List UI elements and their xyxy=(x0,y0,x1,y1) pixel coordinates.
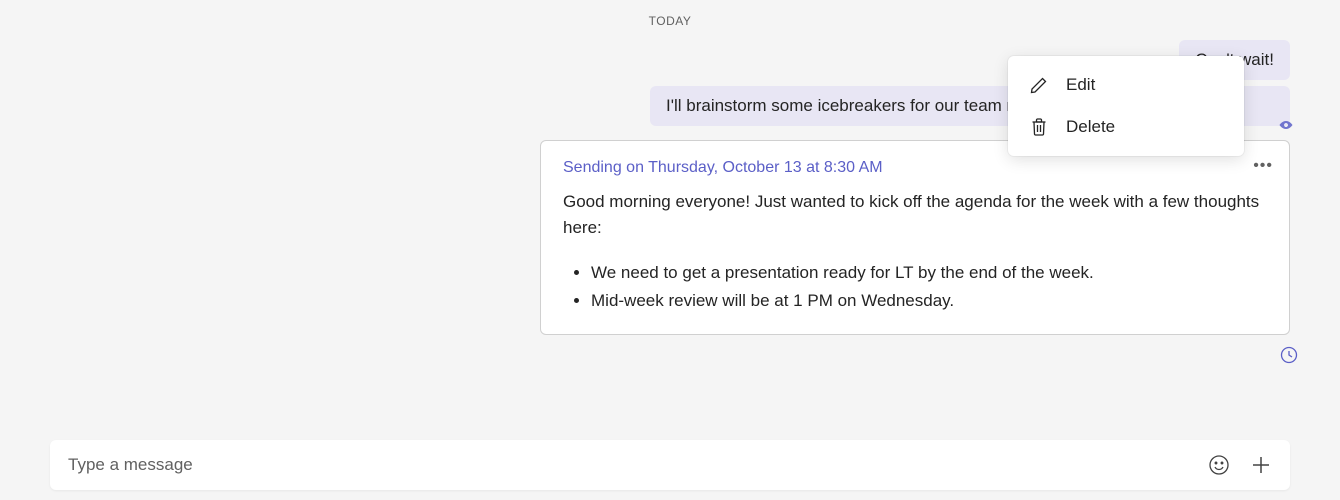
more-options-button[interactable]: ••• xyxy=(1253,157,1273,175)
plus-icon[interactable] xyxy=(1250,454,1272,476)
scheduled-time-label: Sending on Thursday, October 13 at 8:30 … xyxy=(563,159,1267,177)
menu-item-label: Delete xyxy=(1066,117,1115,137)
menu-item-delete[interactable]: Delete xyxy=(1008,106,1244,148)
menu-item-label: Edit xyxy=(1066,75,1095,95)
scheduled-icon xyxy=(1280,346,1298,369)
pencil-icon xyxy=(1028,74,1050,96)
scheduled-message-card[interactable]: ••• Sending on Thursday, October 13 at 8… xyxy=(540,140,1290,335)
context-menu: Edit Delete xyxy=(1008,56,1244,156)
message-compose-box[interactable]: Type a message xyxy=(50,440,1290,490)
compose-actions xyxy=(1208,454,1272,476)
scheduled-intro-text: Good morning everyone! Just wanted to ki… xyxy=(563,189,1267,242)
compose-input[interactable]: Type a message xyxy=(68,455,1208,475)
chat-area: TODAY Can't wait! I'll brainstorm some i… xyxy=(0,0,1340,500)
emoji-icon[interactable] xyxy=(1208,454,1230,476)
date-divider: TODAY xyxy=(0,0,1340,40)
menu-item-edit[interactable]: Edit xyxy=(1008,64,1244,106)
date-divider-label: TODAY xyxy=(649,14,692,28)
scheduled-bullet-list: We need to get a presentation ready for … xyxy=(563,260,1267,315)
scheduled-message-body: Good morning everyone! Just wanted to ki… xyxy=(563,189,1267,314)
read-receipt-icon xyxy=(1278,117,1294,138)
trash-icon xyxy=(1028,116,1050,138)
list-item: Mid-week review will be at 1 PM on Wedne… xyxy=(591,288,1267,314)
list-item: We need to get a presentation ready for … xyxy=(591,260,1267,286)
